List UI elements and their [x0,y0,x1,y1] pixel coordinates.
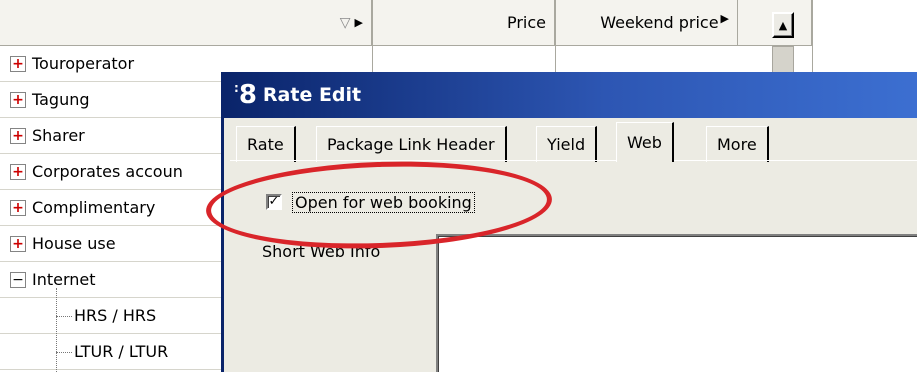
name-column-header[interactable]: ▽ ▶ [0,0,372,46]
tree-row[interactable]: + Complimentary [0,190,236,226]
sort-icon: ▽ [339,14,351,31]
tree-row-label: Internet [32,270,96,289]
tab-panel-top-border [230,160,917,161]
price-column-label: Price [506,13,546,32]
expand-icon[interactable]: + [10,55,26,72]
grid-header: ▽ ▶ Price Weekend price ▶ [0,0,812,46]
column-menu-arrow-icon[interactable]: ▶ [355,16,363,29]
tree-row-label: Complimentary [32,198,156,217]
app-logo-icon: :8 [234,80,257,110]
short-web-info-textarea[interactable] [436,234,917,372]
tree-row[interactable]: + Sharer [0,118,236,154]
expand-icon[interactable]: + [10,127,26,144]
tab-package-link-header[interactable]: Package Link Header [316,126,507,162]
tree-row-label: House use [32,234,116,253]
tab-web[interactable]: Web [616,122,674,162]
tree-row-label: Corporates accoun [32,162,183,181]
tree-row[interactable]: − Internet [0,262,236,298]
tab-more[interactable]: More [706,126,769,162]
tree-row-label: Touroperator [32,54,135,73]
tree-child-row[interactable]: LTUR / LTUR [0,334,236,370]
collapse-icon[interactable]: − [10,271,26,288]
expand-icon[interactable]: + [10,235,26,252]
tree-row-label: Tagung [32,90,90,109]
tree-connector [56,315,72,317]
tree-child-label: LTUR / LTUR [74,342,169,361]
tree-connector [56,351,72,353]
tree-row[interactable]: + Corporates accoun [0,154,236,190]
tree-connector-line [56,288,57,372]
tree-row[interactable]: + Touroperator [0,46,236,82]
tab-yield[interactable]: Yield [536,126,598,162]
scroll-up-arrow-icon[interactable]: ▲ [772,12,794,38]
expand-icon[interactable]: + [10,199,26,216]
tree-child-row[interactable]: HRS / HRS [0,298,236,334]
window-title: Rate Edit [262,84,362,106]
weekend-price-column-label: Weekend price [600,13,719,32]
column-scroll-right-icon[interactable]: ▶ [721,12,729,25]
weekend-price-column-header[interactable]: Weekend price ▶ [555,0,738,46]
tree-child-label: HRS / HRS [74,306,157,325]
tree-row-label: Sharer [32,126,85,145]
price-column-header[interactable]: Price [372,0,555,46]
expand-icon[interactable]: + [10,163,26,180]
window-titlebar[interactable]: :8 Rate Edit [224,72,917,118]
tree-row[interactable]: + Tagung [0,82,236,118]
expand-icon[interactable]: + [10,91,26,108]
tab-strip: Rate Package Link Header Yield Web More [230,122,917,162]
tab-rate[interactable]: Rate [236,126,296,162]
tree-row[interactable]: + House use [0,226,236,262]
